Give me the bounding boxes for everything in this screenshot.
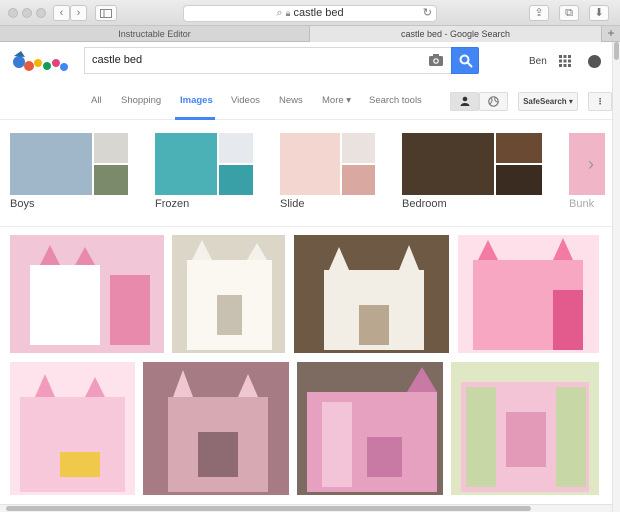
image-result[interactable]: [172, 235, 285, 353]
active-tab-indicator: [175, 117, 215, 120]
divider: [0, 226, 612, 227]
category-thumbnail: [569, 133, 605, 195]
category-thumbnail: [155, 133, 253, 195]
safesearch-dropdown[interactable]: SafeSearch ▾: [518, 92, 578, 111]
castle-bed-thumbnail: [458, 235, 599, 353]
magnifier-icon: [459, 54, 473, 68]
sidebar-icon: [100, 9, 112, 18]
tab-all[interactable]: All: [91, 95, 102, 106]
category-chip-slide[interactable]: Slide: [280, 133, 375, 213]
image-result[interactable]: [10, 235, 164, 353]
reload-icon[interactable]: ↻: [423, 6, 432, 21]
image-result[interactable]: [10, 362, 135, 495]
image-result[interactable]: [294, 235, 449, 353]
category-chip-bunk[interactable]: Bunk: [569, 133, 605, 213]
castle-bed-thumbnail: [297, 362, 443, 495]
scroll-thumb[interactable]: [6, 506, 531, 511]
global-results-button[interactable]: [479, 92, 508, 111]
lock-icon: 🔒︎: [285, 8, 291, 18]
category-thumbnail: [402, 133, 542, 195]
search-button[interactable]: [451, 47, 479, 74]
category-chip-boys[interactable]: Boys: [10, 133, 128, 213]
close-window-button[interactable]: [8, 8, 18, 18]
category-label: Bedroom: [402, 198, 447, 210]
downloads-button[interactable]: ⬇: [589, 5, 609, 21]
search-tools-button[interactable]: Search tools: [369, 95, 422, 106]
chevron-left-icon: ‹: [59, 7, 64, 19]
window-titlebar: ‹ › ⌕ 🔒︎ castle bed ↻ ⇪ ⧉ ⬇: [0, 0, 620, 26]
chevron-right-icon[interactable]: ›: [588, 154, 594, 175]
scroll-thumb[interactable]: [614, 42, 619, 60]
google-doodle-logo[interactable]: [11, 48, 71, 78]
category-label: Slide: [280, 198, 305, 210]
category-thumbnail: [10, 133, 128, 195]
castle-bed-thumbnail: [172, 235, 285, 353]
user-name[interactable]: Ben: [529, 56, 547, 67]
minimize-window-button[interactable]: [22, 8, 32, 18]
tab-videos[interactable]: Videos: [231, 95, 260, 106]
category-chip-frozen[interactable]: Frozen: [155, 133, 253, 213]
image-result[interactable]: [451, 362, 599, 495]
tabs-icon: ⧉: [565, 7, 573, 19]
address-text: castle bed: [293, 7, 344, 19]
new-tab-button[interactable]: +: [602, 26, 620, 42]
category-thumbnail: [280, 133, 375, 195]
personal-results-button[interactable]: [450, 92, 479, 111]
plus-icon: +: [607, 26, 615, 40]
share-button[interactable]: ⇪: [529, 5, 549, 21]
safesearch-label: SafeSearch ▾: [523, 97, 573, 106]
castle-bed-thumbnail: [451, 362, 599, 495]
tab-instructable-editor[interactable]: Instructable Editor: [0, 26, 310, 42]
zoom-window-button[interactable]: [36, 8, 46, 18]
search-input[interactable]: castle bed: [84, 47, 451, 74]
category-label: Bunk: [569, 198, 595, 210]
search-query-text: castle bed: [92, 54, 143, 66]
notifications-icon[interactable]: [588, 55, 601, 68]
category-label: Boys: [10, 198, 35, 210]
castle-bed-thumbnail: [10, 235, 164, 353]
image-result[interactable]: [143, 362, 289, 495]
tab-more[interactable]: More ▾: [322, 95, 351, 106]
castle-bed-thumbnail: [143, 362, 289, 495]
tab-castle-bed-search[interactable]: castle bed - Google Search: [310, 26, 602, 42]
category-chip-bedroom[interactable]: Bedroom: [402, 133, 542, 213]
tab-shopping[interactable]: Shopping: [121, 95, 161, 106]
apps-grid-icon[interactable]: [559, 55, 571, 67]
person-icon: [460, 96, 469, 106]
forward-button[interactable]: ›: [70, 5, 87, 21]
castle-bed-thumbnail: [294, 235, 449, 353]
category-label: Frozen: [155, 198, 190, 210]
search-icon: ⌕: [276, 7, 283, 19]
address-bar[interactable]: ⌕ 🔒︎ castle bed ↻: [183, 5, 437, 22]
gear-icon: ⋮: [596, 97, 604, 106]
share-icon: ⇪: [534, 7, 544, 19]
tab-bar: Instructable Editor castle bed - Google …: [0, 26, 620, 42]
chevron-right-icon: ›: [76, 7, 81, 19]
search-nav: All Shopping Images Videos News More ▾ S…: [0, 86, 612, 120]
horizontal-scrollbar[interactable]: [0, 504, 612, 512]
settings-button[interactable]: ⋮: [588, 92, 612, 111]
back-button[interactable]: ‹: [53, 5, 70, 21]
globe-icon: [488, 96, 499, 107]
download-icon: ⬇: [594, 7, 604, 19]
tab-images[interactable]: Images: [180, 95, 213, 106]
tab-label: Instructable Editor: [118, 29, 191, 39]
vertical-scrollbar[interactable]: [612, 42, 620, 512]
image-result[interactable]: [297, 362, 443, 495]
tab-news[interactable]: News: [279, 95, 303, 106]
tab-label: castle bed - Google Search: [400, 29, 511, 39]
castle-bed-thumbnail: [10, 362, 135, 495]
tabs-overview-button[interactable]: ⧉: [559, 5, 579, 21]
sidebar-button[interactable]: [95, 5, 117, 21]
image-result[interactable]: [458, 235, 599, 353]
camera-icon[interactable]: [429, 54, 443, 66]
